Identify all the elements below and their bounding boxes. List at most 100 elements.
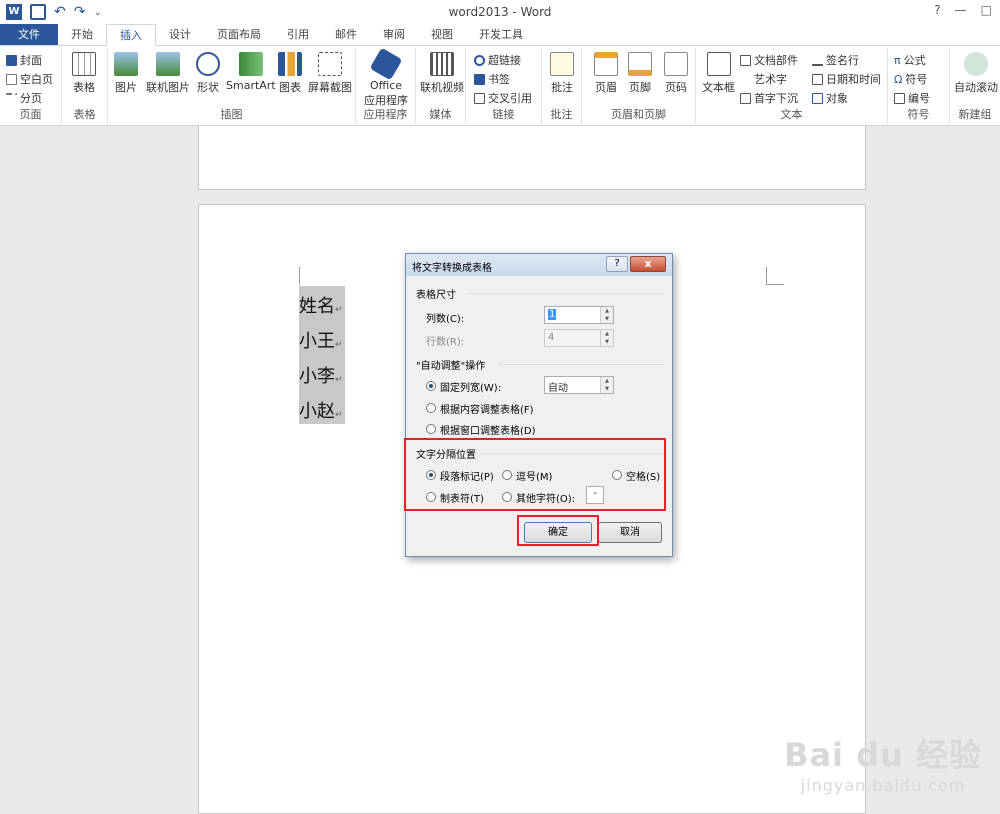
watermark-brand: Bai du 经验 (784, 736, 982, 774)
chart-icon (278, 52, 302, 76)
equation-button[interactable]: π 公式 (894, 52, 926, 68)
pi-icon: π (894, 53, 901, 67)
cancel-button[interactable]: 取消 (598, 522, 662, 543)
dialog-body: 表格尺寸 列数(C): 1 ▲ ▼ 行数(R): 4 ▲ ▼ "自动调整"操作 固定列宽… (406, 276, 672, 556)
cover-page-icon (6, 54, 17, 66)
wordart-button[interactable]: 艺术字 (740, 71, 787, 87)
picture-icon (114, 52, 138, 76)
cover-page-button[interactable]: 封面 (6, 52, 42, 68)
doc-line[interactable]: 小李↵ (299, 362, 343, 388)
minimize-button[interactable]: — (955, 3, 967, 17)
bookmark-button[interactable]: 书签 (474, 71, 510, 87)
tab-page-layout[interactable]: 页面布局 (204, 24, 274, 45)
date-time-button[interactable]: 日期和时间 (812, 71, 881, 87)
restore-button[interactable]: □ (981, 3, 992, 17)
tab-home[interactable]: 开始 (58, 24, 106, 45)
ribbon-tabs: 文件 开始 插入 设计 页面布局 引用 邮件 审阅 视图 开发工具 (0, 24, 1000, 47)
screenshot-icon (318, 52, 342, 76)
rows-label: 行数(R): (426, 337, 465, 348)
smartart-button[interactable]: SmartArt (226, 52, 276, 92)
blank-page-button[interactable]: 空白页 (6, 71, 53, 87)
tab-mailings[interactable]: 邮件 (322, 24, 370, 45)
highlight-ok-button (517, 515, 599, 546)
footer-button[interactable]: 页脚 (628, 52, 652, 95)
shapes-button[interactable]: 形状 (196, 52, 220, 95)
group-label-text: 文本 (780, 108, 803, 121)
help-button[interactable]: ? (934, 3, 940, 17)
drop-cap-icon (740, 92, 751, 104)
tab-file[interactable]: 文件 (0, 24, 58, 45)
group-label-pages: 页面 (19, 108, 42, 121)
fixed-width-value: 自动 (548, 383, 568, 394)
group-label-symbols: 符号 (907, 108, 930, 121)
tab-design[interactable]: 设计 (156, 24, 204, 45)
blank-page-icon (6, 73, 17, 85)
table-button[interactable]: 表格 (72, 52, 96, 95)
tab-view[interactable]: 视图 (418, 24, 466, 45)
doc-line[interactable]: 小赵↵ (299, 397, 343, 423)
dialog-help-button[interactable]: ? (606, 256, 628, 272)
autofit-window-radio[interactable] (426, 424, 436, 434)
number-button[interactable]: 编号 (894, 90, 930, 106)
spinner-arrows-icon[interactable]: ▲ ▼ (600, 377, 613, 393)
watermark: Bai du 经验 jingyan.baidu.com (784, 730, 982, 795)
crop-mark-right (766, 267, 784, 285)
tab-insert[interactable]: 插入 (106, 24, 156, 47)
fixed-width-radio[interactable] (426, 381, 436, 391)
watermark-url: jingyan.baidu.com (800, 776, 966, 795)
textbox-button[interactable]: 文本框 (702, 52, 735, 95)
cross-reference-button[interactable]: 交叉引用 (474, 90, 532, 106)
crop-mark-left (299, 267, 300, 285)
autofit-window-label: 根据窗口调整表格(D) (440, 426, 536, 437)
group-label-links: 链接 (492, 108, 515, 121)
office-store-icon (369, 47, 403, 81)
object-button[interactable]: 对象 (812, 90, 848, 106)
wordart-icon (740, 74, 751, 85)
doc-line[interactable]: 小王↵ (299, 327, 343, 353)
smartart-icon (238, 52, 263, 76)
symbol-button[interactable]: Ω 符号 (894, 71, 927, 87)
tab-developer[interactable]: 开发工具 (466, 24, 536, 45)
auto-scroll-icon (964, 52, 988, 76)
dialog-title: 将文字转换成表格 (412, 263, 492, 274)
page-break-button[interactable]: 分页 (6, 90, 42, 106)
comment-button[interactable]: 批注 (550, 52, 574, 95)
doc-line[interactable]: 姓名↵ (299, 292, 343, 318)
table-icon (72, 52, 96, 76)
tab-references[interactable]: 引用 (274, 24, 322, 45)
screenshot-button[interactable]: 屏幕截图 (308, 52, 352, 95)
spinner-arrows-icon[interactable]: ▲ ▼ (600, 307, 613, 323)
online-video-button[interactable]: 联机视频 (420, 52, 464, 95)
page-number-button[interactable]: 页码 (664, 52, 688, 95)
group-label-tables: 表格 (73, 108, 96, 121)
header-button[interactable]: 页眉 (594, 52, 618, 95)
autofit-content-radio[interactable] (426, 403, 436, 413)
columns-spinner[interactable]: 1 ▲ ▼ (544, 306, 614, 324)
group-label-header-footer: 页眉和页脚 (611, 108, 666, 121)
fixed-width-spinner[interactable]: 自动 ▲ ▼ (544, 376, 614, 394)
rows-value: 4 (548, 332, 555, 343)
group-comments: 批注 批注 (542, 48, 582, 124)
title-bar: W ↶ ↷ ⌄ word2013 - Word ? — □ (0, 0, 1000, 24)
shapes-icon (196, 52, 220, 76)
chart-button[interactable]: 图表 (278, 52, 302, 95)
page-break-icon (6, 92, 17, 104)
dialog-close-button[interactable]: x (630, 256, 666, 272)
columns-value: 1 (548, 309, 557, 320)
signature-line-button[interactable]: 签名行 (812, 52, 859, 68)
hyperlink-icon (474, 54, 485, 66)
drop-cap-button[interactable]: 首字下沉 (740, 90, 798, 106)
autofit-content-label: 根据内容调整表格(F) (440, 405, 534, 416)
quick-parts-icon (740, 54, 751, 66)
table-size-header: 表格尺寸 (416, 290, 456, 301)
footer-icon (628, 52, 652, 76)
picture-button[interactable]: 图片 (114, 52, 138, 95)
tab-review[interactable]: 审阅 (370, 24, 418, 45)
office-apps-button[interactable]: Office 应用程序 (364, 47, 408, 108)
hyperlink-button[interactable]: 超链接 (474, 52, 521, 68)
auto-scroll-button[interactable]: 自动滚动 (954, 52, 998, 95)
group-label-apps: 应用程序 (363, 108, 408, 121)
group-illustrations: 图片 联机图片 形状 SmartArt 图表 屏幕截图 插图 (108, 48, 356, 124)
online-picture-button[interactable]: 联机图片 (146, 52, 190, 95)
quick-parts-button[interactable]: 文档部件 (740, 52, 798, 68)
